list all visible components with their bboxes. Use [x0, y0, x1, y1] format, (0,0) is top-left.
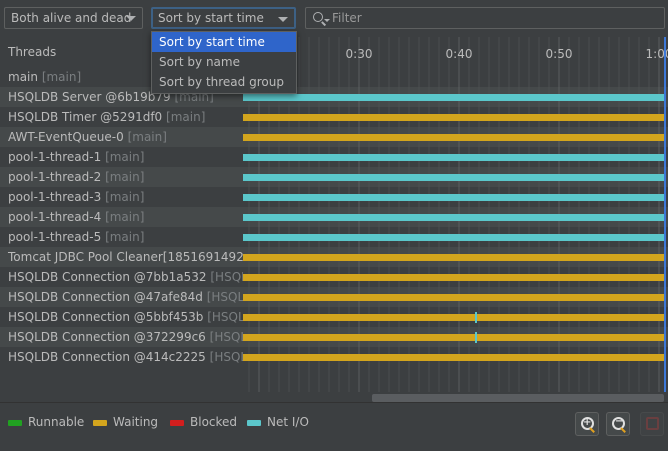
thread-name: AWT-EventQueue-0	[8, 130, 124, 144]
sort-option[interactable]: Sort by name	[152, 52, 296, 72]
thread-state-bar	[243, 94, 664, 101]
thread-row[interactable]: HSQLDB Connection @7bb1a532 [HSQL...	[0, 267, 243, 287]
thread-state-bar	[243, 194, 664, 201]
zoom-in-button[interactable]: +	[575, 412, 599, 436]
legend-item: Net I/O	[247, 414, 309, 430]
thread-name: main	[8, 70, 38, 84]
legend-item: Blocked	[170, 414, 237, 430]
thread-state-combo[interactable]: Both alive and dead	[4, 7, 143, 29]
thread-name: HSQLDB Server @6b19b79	[8, 90, 171, 104]
zoom-fit-button[interactable]	[640, 412, 664, 436]
filter-input[interactable]	[332, 10, 652, 26]
sort-combo[interactable]: Sort by start time	[151, 7, 296, 29]
thread-row[interactable]: pool-1-thread-5 [main]	[0, 227, 243, 247]
thread-group: [main]	[127, 130, 167, 144]
thread-name: HSQLDB Timer @5291df0	[8, 110, 163, 124]
thread-group: [main]	[105, 210, 145, 224]
filter-field[interactable]	[305, 7, 665, 29]
thread-state-bar	[243, 294, 664, 301]
sort-value: Sort by start time	[158, 11, 264, 25]
thread-state-bar	[243, 234, 664, 241]
thread-state-value: Both alive and dead	[11, 11, 132, 25]
thread-row[interactable]: HSQLDB Connection @47afe84d [HSQL...	[0, 287, 243, 307]
thread-row[interactable]: AWT-EventQueue-0 [main]	[0, 127, 243, 147]
legend-label: Net I/O	[267, 415, 309, 429]
legend: Runnable Waiting Blocked Net I/O	[0, 402, 668, 451]
thread-name: HSQLDB Connection @414c2225	[8, 350, 206, 364]
legend-swatch	[247, 419, 261, 426]
timeline[interactable]: 0:300:400:501:00	[243, 37, 668, 392]
thread-name: Tomcat JDBC Pool Cleaner[1851691492:1...	[8, 250, 243, 264]
zoom-out-button[interactable]: −	[606, 412, 630, 436]
legend-label: Blocked	[190, 415, 238, 429]
thread-group: [main]	[105, 170, 145, 184]
toolbar: Both alive and dead Sort by start time	[0, 0, 668, 37]
search-history-icon[interactable]	[324, 19, 330, 22]
legend-swatch	[8, 419, 22, 426]
sort-dropdown-menu: Sort by start time Sort by name Sort by th…	[151, 31, 297, 94]
horizontal-scrollbar[interactable]	[372, 394, 664, 402]
thread-row[interactable]: pool-1-thread-2 [main]	[0, 167, 243, 187]
thread-state-bar	[243, 314, 664, 321]
thread-name: HSQLDB Connection @7bb1a532	[8, 270, 207, 284]
time-tick-label: 0:30	[346, 47, 373, 61]
thread-name: pool-1-thread-5	[8, 230, 102, 244]
thread-row[interactable]: pool-1-thread-1 [main]	[0, 147, 243, 167]
thread-state-bar	[243, 114, 664, 121]
thread-name: pool-1-thread-4	[8, 210, 102, 224]
thread-name: HSQLDB Connection @372299c6	[8, 330, 206, 344]
legend-label: Runnable	[28, 415, 85, 429]
sort-option[interactable]: Sort by thread group	[152, 72, 296, 92]
thread-row[interactable]: HSQLDB Connection @5bbf453b [HSQL...	[0, 307, 243, 327]
thread-row[interactable]: pool-1-thread-3 [main]	[0, 187, 243, 207]
thread-state-bar	[243, 274, 664, 281]
thread-row[interactable]: HSQLDB Connection @414c2225 [HSQL...	[0, 347, 243, 367]
chevron-down-icon	[278, 17, 288, 22]
sort-option[interactable]: Sort by start time	[152, 32, 296, 52]
thread-state-bar	[243, 354, 664, 361]
net-io-marker	[475, 312, 477, 323]
thread-name: pool-1-thread-3	[8, 190, 102, 204]
thread-group: [HSQL...	[209, 330, 243, 344]
legend-item: Waiting	[93, 414, 158, 430]
thread-group: [main]	[41, 70, 82, 84]
thread-state-bar	[243, 154, 664, 161]
thread-name: HSQLDB Connection @5bbf453b	[8, 310, 204, 324]
thread-group: [main]	[105, 230, 145, 244]
thread-row[interactable]: pool-1-thread-4 [main]	[0, 207, 243, 227]
thread-group: [HSQL...	[206, 290, 243, 304]
thread-state-bar	[243, 134, 664, 141]
search-icon	[313, 12, 323, 22]
legend-swatch	[170, 419, 184, 426]
legend-swatch	[93, 419, 107, 426]
timeline-chart: 0:300:400:501:00	[243, 37, 668, 392]
zoom-fit-icon	[646, 417, 659, 430]
thread-group: [HSQL...	[209, 350, 243, 364]
thread-row[interactable]: HSQLDB Timer @5291df0 [main]	[0, 107, 243, 127]
thread-name: pool-1-thread-1	[8, 150, 102, 164]
time-tick-label: 0:40	[446, 47, 473, 61]
thread-state-bar	[243, 214, 664, 221]
thread-group: [main]	[105, 190, 145, 204]
thread-state-bar	[243, 174, 664, 181]
thread-state-bar	[243, 334, 664, 341]
thread-row[interactable]: HSQLDB Connection @372299c6 [HSQL...	[0, 327, 243, 347]
legend-item: Runnable	[8, 414, 84, 430]
thread-group: [HSQL...	[210, 270, 243, 284]
net-io-marker	[475, 332, 477, 343]
thread-row[interactable]: Tomcat JDBC Pool Cleaner[1851691492:1...	[0, 247, 243, 267]
thread-name: pool-1-thread-2	[8, 170, 102, 184]
thread-name: HSQLDB Connection @47afe84d	[8, 290, 203, 304]
thread-group: [main]	[105, 150, 145, 164]
chevron-down-icon	[126, 16, 136, 21]
time-tick-label: 0:50	[546, 47, 573, 61]
legend-label: Waiting	[113, 415, 159, 429]
thread-group: [HSQL...	[207, 310, 243, 324]
thread-group: [main]	[166, 110, 206, 124]
thread-state-bar	[243, 254, 664, 261]
